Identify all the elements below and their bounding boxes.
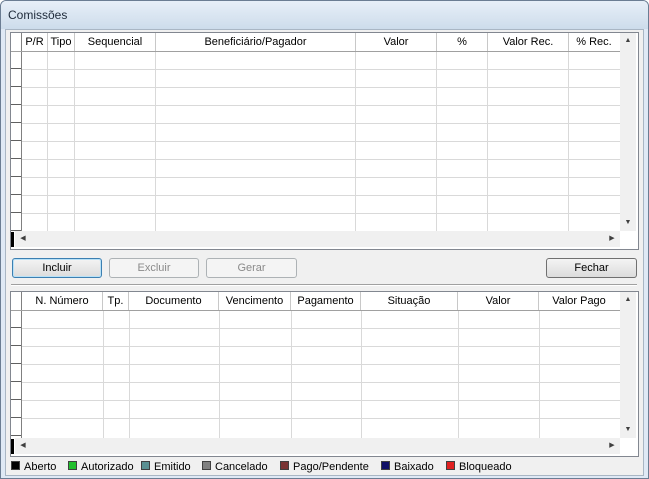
legend-emitido: Emitido <box>141 460 191 474</box>
scroll-right-icon[interactable]: ▶ <box>604 231 620 247</box>
legend-swatch <box>141 461 150 470</box>
fechar-button[interactable]: Fechar <box>546 258 637 278</box>
scrollbar-corner <box>620 231 636 247</box>
scroll-up-icon[interactable]: ▲ <box>620 292 636 308</box>
legend-baixado: Baixado <box>381 460 434 474</box>
column-header-sequencial[interactable]: Sequencial <box>75 33 156 51</box>
legend-label: Bloqueado <box>459 461 512 473</box>
scroll-down-icon[interactable]: ▼ <box>620 215 636 231</box>
scroll-up-icon[interactable]: ▲ <box>620 33 636 49</box>
column-header-vencimento[interactable]: Vencimento <box>219 292 291 310</box>
legend-label: Emitido <box>154 461 191 473</box>
legend-pago-pendente: Pago/Pendente <box>280 460 369 474</box>
column-header-tipo[interactable]: Tipo <box>48 33 75 51</box>
commissions-grid-header: P/R Tipo Sequencial Beneficiário/Pagador… <box>11 33 620 52</box>
legend-autorizado: Autorizado <box>68 460 134 474</box>
column-header-percent[interactable]: % <box>437 33 488 51</box>
window-client-area: P/R Tipo Sequencial Beneficiário/Pagador… <box>5 29 644 476</box>
titles-grid-horizontal-scrollbar[interactable]: ◀ ▶ <box>15 438 620 454</box>
legend-cancelado: Cancelado <box>202 460 268 474</box>
window-title: Comissões <box>8 8 68 22</box>
row-selector-header <box>11 33 22 51</box>
commissions-grid[interactable]: P/R Tipo Sequencial Beneficiário/Pagador… <box>10 32 639 250</box>
legend-swatch <box>280 461 289 470</box>
legend-aberto: Aberto <box>11 460 56 474</box>
legend-swatch <box>202 461 211 470</box>
column-header-numero[interactable]: N. Número <box>22 292 103 310</box>
legend-label: Autorizado <box>81 461 134 473</box>
legend-swatch <box>446 461 455 470</box>
row-selector-column <box>11 52 22 232</box>
column-header-pr[interactable]: P/R <box>22 33 48 51</box>
legend-swatch <box>68 461 77 470</box>
legend-swatch <box>381 461 390 470</box>
column-header-valor-pago[interactable]: Valor Pago <box>539 292 619 310</box>
scrollbar-corner <box>620 438 636 454</box>
column-header-pagamento[interactable]: Pagamento <box>291 292 361 310</box>
column-header-beneficiario[interactable]: Beneficiário/Pagador <box>156 33 356 51</box>
column-header-tp[interactable]: Tp. <box>103 292 129 310</box>
incluir-button[interactable]: Incluir <box>12 258 102 278</box>
legend-label: Pago/Pendente <box>293 461 369 473</box>
gerar-button[interactable]: Gerar <box>206 258 297 278</box>
legend-label: Aberto <box>24 461 57 473</box>
column-header-documento[interactable]: Documento <box>129 292 219 310</box>
comissoes-window: Comissões P/R Tipo Sequencial Beneficiár… <box>0 0 649 479</box>
section-divider <box>11 284 637 286</box>
scroll-left-icon[interactable]: ◀ <box>15 438 31 454</box>
legend-bloqueado: Bloqueado <box>446 460 512 474</box>
column-header-valor[interactable]: Valor <box>356 33 437 51</box>
legend-swatch <box>11 461 20 470</box>
column-header-valor[interactable]: Valor <box>458 292 539 310</box>
column-header-valor-rec[interactable]: Valor Rec. <box>488 33 569 51</box>
titles-grid[interactable]: N. Número Tp. Documento Vencimento Pagam… <box>10 291 639 457</box>
titles-grid-vertical-scrollbar[interactable]: ▲ ▼ <box>620 292 636 438</box>
legend-label: Cancelado <box>215 461 268 473</box>
scroll-right-icon[interactable]: ▶ <box>604 438 620 454</box>
scroll-down-icon[interactable]: ▼ <box>620 422 636 438</box>
column-header-situacao[interactable]: Situação <box>361 292 458 310</box>
commissions-grid-horizontal-scrollbar[interactable]: ◀ ▶ <box>15 231 620 247</box>
excluir-button[interactable]: Excluir <box>109 258 199 278</box>
titles-grid-header: N. Número Tp. Documento Vencimento Pagam… <box>11 292 620 311</box>
title-bar: Comissões <box>1 1 648 29</box>
commissions-grid-vertical-scrollbar[interactable]: ▲ ▼ <box>620 33 636 231</box>
row-selector-header <box>11 292 22 310</box>
column-header-percent-rec[interactable]: % Rec. <box>569 33 619 51</box>
legend-label: Baixado <box>394 461 434 473</box>
row-selector-column <box>11 311 22 439</box>
scroll-left-icon[interactable]: ◀ <box>15 231 31 247</box>
